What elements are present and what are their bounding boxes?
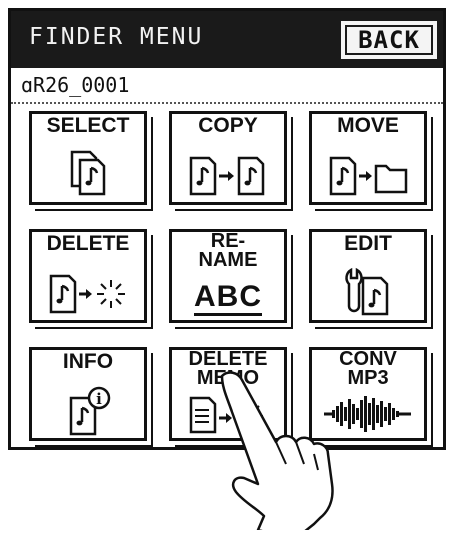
rename-label-line2: NAME: [198, 249, 258, 271]
info-button[interactable]: INFO i: [29, 347, 147, 441]
select-button[interactable]: SELECT: [29, 111, 147, 205]
copy-button[interactable]: COPY: [169, 111, 287, 205]
rename-abc-letters: ABC: [194, 280, 262, 316]
file-delete-burst-icon: [32, 266, 144, 316]
edit-button[interactable]: EDIT: [309, 229, 427, 323]
file-copy-arrow-icon: [172, 148, 284, 198]
delete-button[interactable]: DELETE: [29, 229, 147, 323]
copy-label: COPY: [198, 114, 258, 137]
rename-button[interactable]: RE- NAME ABC: [169, 229, 287, 323]
move-label: MOVE: [337, 114, 399, 137]
delete-label: DELETE: [46, 232, 130, 255]
file-info-icon: i: [32, 384, 144, 436]
select-label: SELECT: [46, 114, 130, 137]
title-bar: FINDER MENU BACK: [11, 11, 443, 68]
info-label: INFO: [62, 350, 114, 373]
svg-text:i: i: [96, 390, 102, 408]
edit-label: EDIT: [344, 232, 392, 255]
stacked-audio-files-icon: [32, 148, 144, 198]
back-button[interactable]: BACK: [341, 21, 437, 59]
pointing-hand-icon: [200, 370, 340, 542]
move-button[interactable]: MOVE: [309, 111, 427, 205]
file-to-folder-icon: [312, 148, 424, 198]
current-file-name: ɑR26_0001: [21, 73, 130, 97]
current-file-row: ɑR26_0001: [11, 68, 443, 104]
page-title: FINDER MENU: [29, 24, 204, 50]
wrench-file-icon: [312, 266, 424, 316]
rename-abc-text: ABC: [172, 280, 284, 316]
